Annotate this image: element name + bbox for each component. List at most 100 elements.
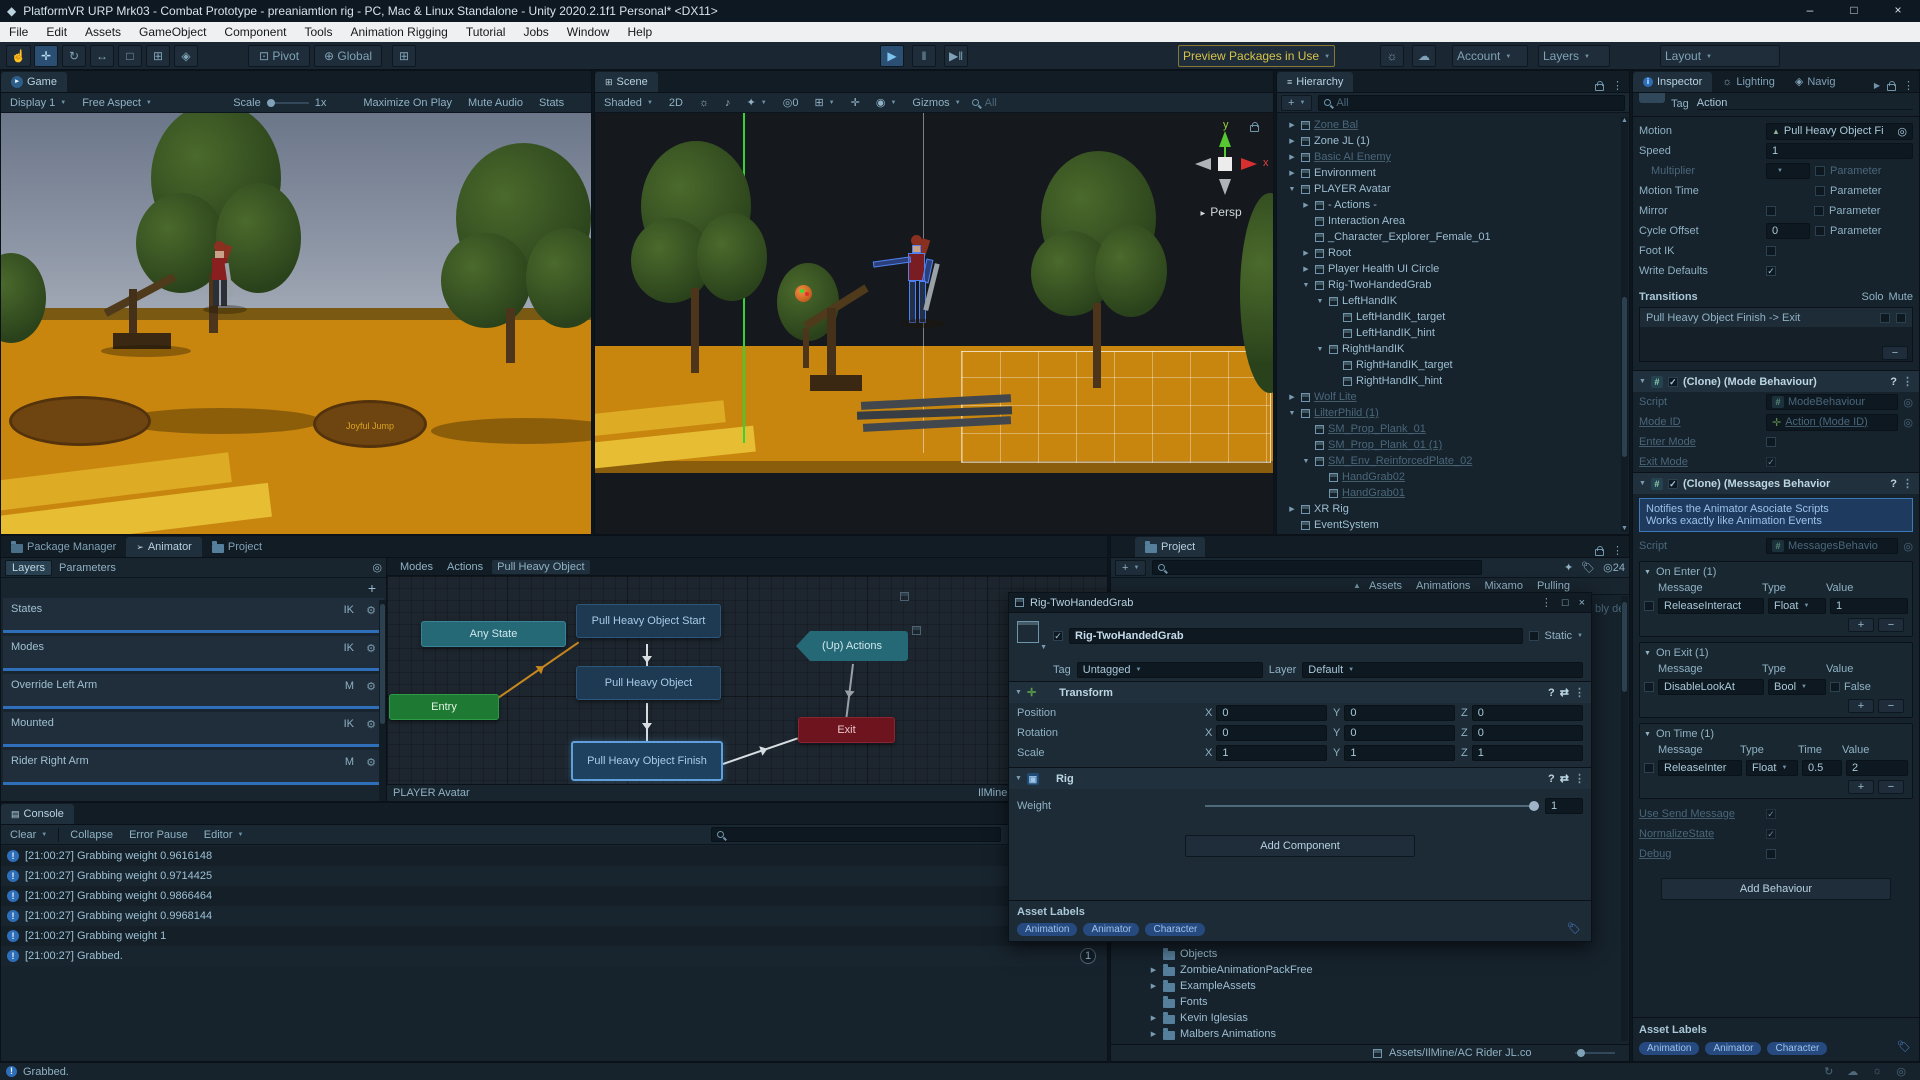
x-field[interactable]: 1 [1216, 745, 1327, 761]
write-defaults-checkbox[interactable]: ✓ [1766, 266, 1776, 276]
mirror-param-checkbox[interactable] [1814, 206, 1824, 216]
layer-settings-icon[interactable]: ⚙ [366, 718, 376, 731]
time-field[interactable]: 0.5 [1802, 760, 1842, 776]
expand-arrow-icon[interactable]: ▶ [1287, 137, 1297, 145]
menu-item[interactable]: Animation Rigging [341, 22, 456, 42]
transition-edge-start-mid[interactable] [646, 644, 648, 668]
grid-dropdown-icon[interactable]: ⊞ [809, 95, 839, 110]
layer-ik-badge[interactable]: IK [344, 604, 354, 616]
menu-item[interactable]: Jobs [514, 22, 557, 42]
expand-arrow-icon[interactable]: ▶ [1301, 265, 1311, 273]
expand-arrow-icon[interactable]: ▼ [1315, 346, 1325, 353]
presets-icon[interactable]: ⇄ [1560, 686, 1569, 699]
gizmo-cube[interactable] [1218, 157, 1232, 171]
rig-title[interactable]: Rig [1044, 773, 1543, 785]
y-field[interactable]: 0 [1344, 705, 1455, 721]
persp-label[interactable]: ▲ Persp [1199, 205, 1242, 219]
y-field[interactable]: 1 [1344, 745, 1455, 761]
lighting-toggle-icon[interactable]: ☼ [694, 96, 714, 110]
row-checkbox[interactable] [1644, 763, 1654, 773]
create-button[interactable]: + [1281, 95, 1312, 111]
expand-arrow-icon[interactable]: ▶ [1149, 1014, 1158, 1022]
tab-inspector[interactable]: iInspector [1633, 72, 1712, 92]
transition-edge-mid-finish[interactable] [646, 703, 648, 742]
layer-settings-icon[interactable]: ⚙ [366, 756, 376, 769]
help-icon[interactable]: ? [1548, 687, 1555, 699]
motion-field[interactable]: ▲Pull Heavy Object Fi◎ [1766, 123, 1913, 140]
presets-icon[interactable]: ⇄ [1560, 772, 1569, 785]
menu-item[interactable]: Edit [37, 22, 76, 42]
expand-arrow-icon[interactable]: ▶ [1149, 1030, 1158, 1038]
pivot-toggle[interactable]: ⊡ Pivot [248, 45, 310, 67]
message-field[interactable]: DisableLookAt [1658, 679, 1764, 695]
foot-ik-checkbox[interactable] [1766, 246, 1776, 256]
hierarchy-item[interactable]: ▶ Zone Bal [1277, 117, 1621, 133]
exit-mode-checkbox[interactable]: ✓ [1766, 457, 1776, 467]
folder-row[interactable]: Objects [1111, 946, 1621, 962]
close-icon[interactable]: × [1579, 597, 1585, 609]
maximize-button[interactable]: □ [1832, 0, 1876, 22]
layer-weight-bar[interactable] [3, 706, 384, 709]
row-checkbox[interactable] [1644, 682, 1654, 692]
transform-title[interactable]: Transform [1041, 687, 1543, 699]
animator-layer-row[interactable]: Modes IK ⚙ [3, 636, 384, 671]
behaviour-enabled-checkbox[interactable]: ✓ [1668, 479, 1678, 489]
hierarchy-item[interactable]: ▶ Root [1277, 245, 1621, 261]
foldout-icon[interactable]: ▼ [1644, 569, 1651, 576]
foldout-icon[interactable]: ▼ [1639, 480, 1646, 487]
layer-ik-badge[interactable]: M [345, 756, 354, 768]
hierarchy-item[interactable]: RightHandIK_target [1277, 357, 1621, 373]
hierarchy-item[interactable]: ▼ RightHandIK [1277, 341, 1621, 357]
tag-dropdown[interactable]: Untagged [1077, 662, 1263, 678]
stats-toggle[interactable]: Stats [534, 96, 569, 110]
kebab-icon[interactable]: ⋮ [1903, 79, 1914, 92]
x-axis-cone[interactable] [1241, 158, 1257, 170]
graph-node-up-actions[interactable]: (Up) Actions [796, 631, 908, 661]
z-field[interactable]: 1 [1472, 745, 1583, 761]
hierarchy-item[interactable]: HandGrab01 [1277, 485, 1621, 501]
display-dropdown[interactable]: Display 1 [5, 96, 71, 110]
account-dropdown[interactable]: Account [1452, 45, 1528, 67]
grid-snap-icon[interactable]: ⊞ [392, 45, 416, 67]
down-axis-cone[interactable] [1219, 179, 1231, 195]
hierarchy-item[interactable]: SM_Prop_Plank_01 [1277, 421, 1621, 437]
scale-tool-icon[interactable]: ↔ [90, 45, 114, 67]
console-log-row[interactable]: ! [21:00:27] Grabbing weight 0.9866464 [1, 886, 1107, 906]
hierarchy-item[interactable]: ▼ LeftHandIK [1277, 293, 1621, 309]
add-row-button[interactable]: + [1848, 780, 1874, 794]
expand-arrow-icon[interactable]: ▶ [1301, 249, 1311, 257]
progress-icon[interactable]: ↻ [1824, 1065, 1833, 1078]
object-picker-icon[interactable]: ◎ [1903, 416, 1913, 429]
graph-node-finish[interactable]: Pull Heavy Object Finish [571, 741, 723, 781]
aspect-dropdown[interactable]: Free Aspect [77, 96, 227, 110]
object-picker-icon[interactable]: ◎ [1903, 540, 1913, 553]
hand-tool-icon[interactable]: ☝ [6, 45, 31, 67]
add-behaviour-button[interactable]: Add Behaviour [1661, 878, 1891, 900]
scene-viewport[interactable]: y x ▲ Persp [595, 113, 1273, 534]
use-send-message-checkbox[interactable]: ✓ [1766, 809, 1776, 819]
breadcrumb-item[interactable]: Pulling [1537, 580, 1580, 592]
remove-row-button[interactable]: − [1878, 618, 1904, 632]
collapse-icon[interactable]: ▲ [1353, 581, 1361, 590]
hidden-count-badge[interactable]: ◎24 [1603, 561, 1625, 574]
cycle-param-checkbox[interactable] [1815, 226, 1825, 236]
transform-tool-icon[interactable]: ⊞ [146, 45, 170, 67]
lock-icon[interactable] [1595, 84, 1604, 91]
clear-button[interactable]: Clear [5, 828, 52, 842]
cycle-offset-field[interactable]: 0 [1766, 223, 1810, 239]
kebab-icon[interactable]: ⋮ [1612, 544, 1623, 557]
row-checkbox[interactable] [1644, 601, 1654, 611]
tab-navigation[interactable]: ◈Navig [1785, 72, 1846, 92]
tab-scene[interactable]: ⊞Scene [595, 72, 658, 92]
zoom-slider[interactable] [1575, 1052, 1615, 1054]
hierarchy-scrollbar[interactable]: ▲ ▼ [1621, 117, 1628, 532]
gizmo-lock-icon[interactable] [1250, 125, 1259, 132]
menu-item[interactable]: Help [618, 22, 661, 42]
collapse-toggle[interactable]: Collapse [65, 828, 118, 842]
play-button[interactable]: ▶ [880, 45, 904, 67]
z-axis-cone[interactable] [1195, 158, 1211, 170]
animator-layer-row[interactable]: States IK ⚙ [3, 598, 384, 633]
graph-node-any-state[interactable]: Any State [421, 621, 566, 647]
expand-arrow-icon[interactable]: ▶ [1149, 982, 1158, 990]
add-layer-button[interactable]: + [368, 580, 376, 596]
